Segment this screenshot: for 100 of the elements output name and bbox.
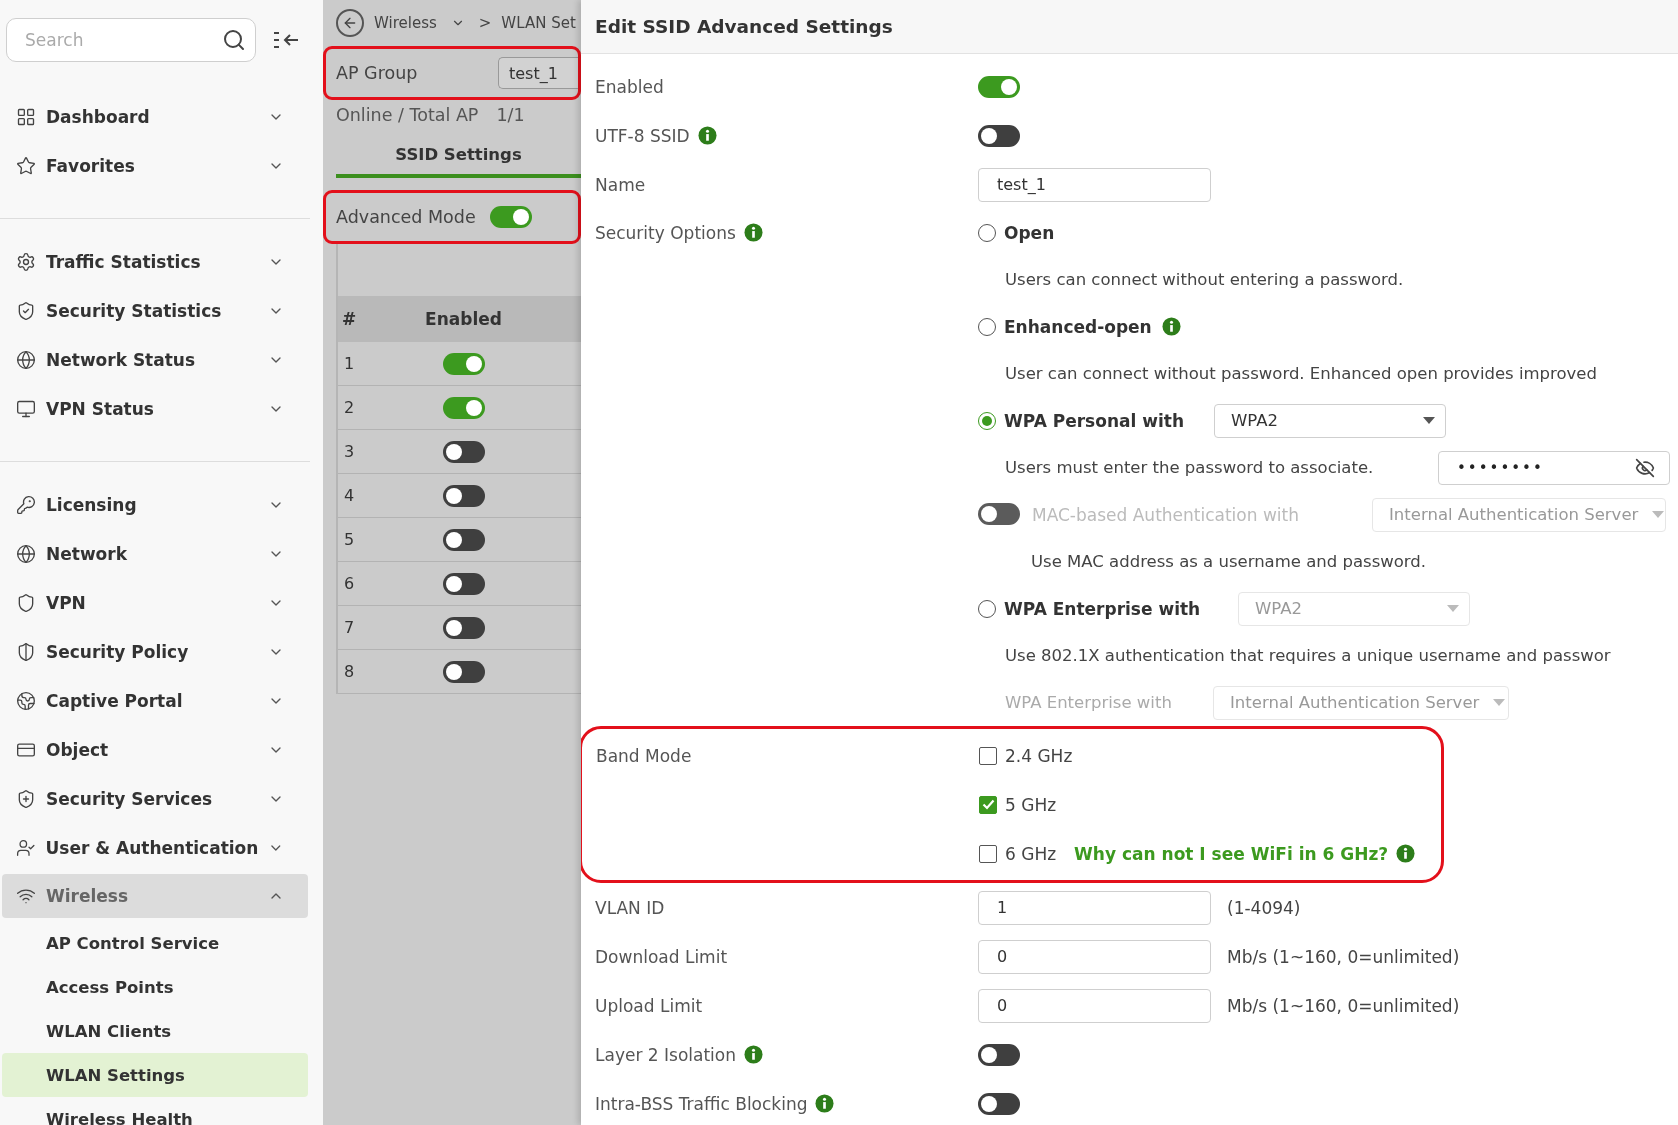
field-label: Name: [595, 174, 646, 195]
info-icon[interactable]: [743, 223, 763, 242]
option-description: Use 802.1X authentication that requires a unique username and passwor: [1005, 646, 1611, 665]
info-icon[interactable]: [744, 1045, 763, 1064]
eye-off-icon[interactable]: [1635, 457, 1655, 478]
field-label: AP Group: [336, 63, 418, 83]
breadcrumb-separator: >: [478, 14, 492, 32]
toggle-switch[interactable]: [442, 660, 485, 683]
password-field[interactable]: ••••••••: [1438, 450, 1670, 485]
checkbox[interactable]: [979, 746, 997, 765]
nav-item[interactable]: Security Policy: [0, 627, 310, 676]
toggle-switch[interactable]: [489, 205, 532, 228]
toggle-switch[interactable]: [978, 124, 1020, 147]
column-header: #: [341, 309, 358, 329]
nav-item[interactable]: Licensing: [0, 480, 310, 529]
info-icon[interactable]: [697, 126, 717, 145]
toggle-switch[interactable]: [442, 440, 485, 463]
nav-item[interactable]: Network Status: [0, 335, 310, 384]
input-field[interactable]: test_1: [978, 167, 1211, 202]
search-icon[interactable]: [222, 28, 246, 52]
toggle-switch[interactable]: [442, 352, 485, 375]
nav-item[interactable]: Dashboard: [0, 92, 310, 141]
nav-item[interactable]: Captive Portal: [0, 676, 310, 725]
checkbox-label: 2.4 GHz: [1005, 745, 1073, 766]
field-label: Enabled: [595, 76, 664, 97]
info-icon[interactable]: [1396, 844, 1416, 863]
nav-item[interactable]: Favorites: [0, 141, 310, 190]
field-hint: Mb/s (1~160, 0=unlimited): [1227, 995, 1460, 1016]
nav-item[interactable]: Traffic Statistics: [0, 237, 310, 286]
input-field[interactable]: 1: [978, 890, 1211, 925]
info-icon[interactable]: [815, 1094, 835, 1113]
back-button[interactable]: [336, 9, 364, 37]
field-label: Advanced Mode: [336, 207, 476, 227]
checkbox[interactable]: [979, 795, 997, 814]
help-link[interactable]: Why can not I see WiFi in 6 GHz?: [1074, 843, 1389, 864]
nav-item[interactable]: Security Services: [0, 774, 310, 823]
option-label: MAC-based Authentication with: [1032, 504, 1299, 525]
globe-icon: [16, 543, 36, 564]
checkbox-label: 6 GHz: [1005, 843, 1057, 864]
table-cell-text: 7: [343, 618, 356, 637]
nav-item[interactable]: Security Statistics: [0, 286, 310, 335]
field-label: Intra-BSS Traffic Blocking: [595, 1093, 808, 1114]
option-label: WPA Enterprise with: [1004, 598, 1201, 619]
breadcrumb-link[interactable]: WLAN Set: [501, 14, 576, 32]
star-icon: [16, 155, 36, 176]
nav-item[interactable]: Wireless: [2, 874, 308, 918]
collapse-menu-icon[interactable]: [272, 29, 300, 51]
option-label: WPA Enterprise with: [1005, 693, 1173, 712]
field-hint: Mb/s (1~160, 0=unlimited): [1227, 946, 1460, 967]
checkbox-label: 5 GHz: [1005, 794, 1057, 815]
column-header: Enabled: [424, 309, 503, 329]
input-field[interactable]: 0: [978, 939, 1211, 974]
info-icon[interactable]: [1161, 317, 1181, 336]
drawer-title: Edit SSID Advanced Settings: [595, 16, 893, 37]
breadcrumb-link[interactable]: Wireless: [374, 14, 437, 32]
nav-subitem[interactable]: WLAN Settings: [2, 1053, 308, 1097]
toggle-switch[interactable]: [442, 572, 485, 595]
caret-icon: [1493, 699, 1506, 706]
field-label: VLAN ID: [595, 897, 665, 918]
option-description: Users can connect without entering a password.: [1005, 270, 1404, 289]
nav-item[interactable]: Network: [0, 529, 310, 578]
arrow-left-icon: [342, 15, 358, 31]
nav-subitem[interactable]: WLAN Clients: [2, 1009, 308, 1053]
dropdown[interactable]: WPA2: [1214, 403, 1446, 438]
nav-subitem[interactable]: Wireless Health: [2, 1097, 308, 1125]
nav-subitem[interactable]: Access Points: [2, 965, 308, 1009]
field-label: Band Mode: [596, 745, 692, 766]
nav-subitem[interactable]: AP Control Service: [2, 921, 308, 965]
grid-icon: [16, 106, 36, 127]
monitor-icon: [16, 398, 36, 419]
checkbox[interactable]: [979, 844, 997, 863]
field-label: Upload Limit: [595, 995, 703, 1016]
nav-item[interactable]: VPN Status: [0, 384, 310, 433]
field-label: Online / Total AP: [336, 105, 479, 125]
field-hint: (1-4094): [1227, 897, 1301, 918]
user-icon: [16, 837, 36, 858]
caret-icon: [1423, 417, 1435, 424]
option-description: Use MAC address as a username and password.: [1031, 552, 1427, 571]
caret-icon: [1447, 605, 1459, 612]
option-label: Open: [1004, 222, 1055, 243]
ap-group-field[interactable]: test_1: [498, 57, 578, 89]
toggle-switch[interactable]: [978, 75, 1020, 98]
nav-item[interactable]: User & Authentication: [0, 823, 310, 872]
field-value: 1/1: [496, 105, 525, 125]
input-field[interactable]: 0: [978, 988, 1211, 1023]
table-cell-text: 1: [343, 354, 356, 373]
toggle-switch[interactable]: [442, 484, 485, 507]
toggle-switch[interactable]: [978, 1043, 1020, 1066]
option-description: Users must enter the password to associate.: [1005, 458, 1374, 477]
field-label: Layer 2 Isolation: [595, 1044, 736, 1065]
table-cell-text: 8: [343, 662, 356, 681]
toggle-switch[interactable]: [978, 1092, 1020, 1115]
toggle-switch[interactable]: [442, 528, 485, 551]
nav-item[interactable]: Object: [0, 725, 310, 774]
toggle-switch[interactable]: [442, 396, 485, 419]
shield-icon: [16, 300, 36, 321]
nav-item[interactable]: VPN: [0, 578, 310, 627]
toggle-switch[interactable]: [442, 616, 485, 639]
search-field[interactable]: Search: [6, 18, 256, 62]
globe-icon: [16, 349, 36, 370]
